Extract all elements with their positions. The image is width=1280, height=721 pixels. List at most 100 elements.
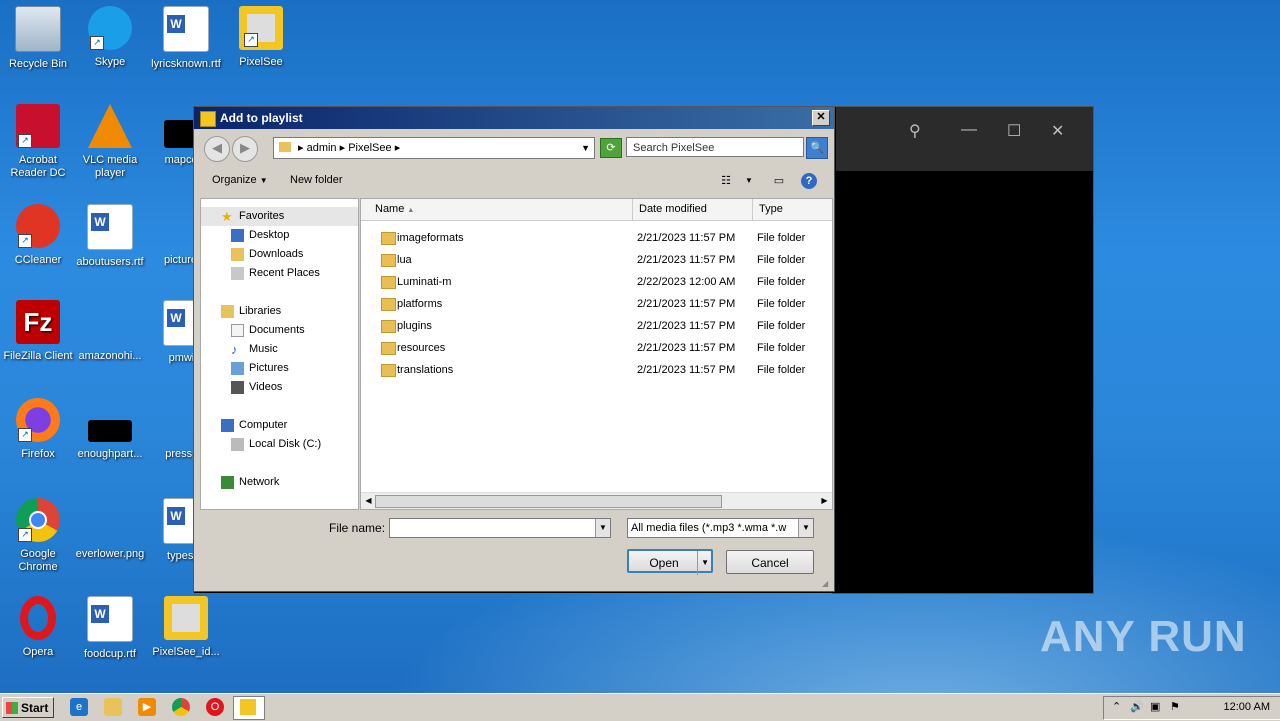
desktop-icon-firefox[interactable]: ↗ Firefox [0,398,76,461]
help-icon[interactable]: ? [801,173,817,189]
horizontal-scrollbar[interactable]: ◀ ▶ [361,492,832,509]
nav-recent-places[interactable]: Recent Places [201,264,358,283]
dialog-title: Add to playlist [220,111,303,125]
desktop-icon-chrome[interactable]: ↗ Google Chrome [0,498,76,574]
file-type-filter[interactable]: All media files (*.mp3 *.wma *.w ▼ [627,518,814,538]
forward-button[interactable]: ▶ [232,136,258,162]
nav-favorites[interactable]: ★ Favorites [201,207,358,226]
file-name-input[interactable]: ▼ [389,518,611,538]
cell-type: File folder [757,342,806,354]
volume-icon[interactable]: 🔊 [1130,700,1144,713]
table-row[interactable]: translations 2/21/2023 11:57 PM File folde… [361,359,832,381]
show-hidden-icons[interactable]: ⌃ [1112,700,1121,713]
column-type[interactable]: Type [753,199,832,220]
desktop-icon-filezilla[interactable]: Fz FileZilla Client [0,300,76,363]
nav-music[interactable]: ♪ Music [201,340,358,359]
desktop-icon-ccleaner[interactable]: ↗ CCleaner [0,204,76,267]
close-button[interactable]: ✕ [1051,121,1064,141]
nav-network[interactable]: Network [201,473,358,492]
maximize-button[interactable]: ☐ [1007,121,1021,141]
scroll-right-icon[interactable]: ▶ [818,494,831,507]
computer-icon [221,419,234,432]
nav-documents[interactable]: Documents [201,321,358,340]
desktop-icon-opera[interactable]: Opera [0,596,76,659]
cell-date: 2/21/2023 11:57 PM [637,342,736,354]
word-doc-icon: W [163,6,209,52]
desktop-icon-acrobat[interactable]: ↗ Acrobat Reader DC [0,104,76,180]
desktop-icon-vlc[interactable]: VLC media player [72,104,148,180]
pixelsee-player-window[interactable]: ⚲ — ☐ ✕ [832,106,1094,594]
nav-computer[interactable]: Computer [201,416,358,435]
cell-date: 2/22/2023 12:00 AM [637,276,736,288]
taskbar: Start e ▶ O ⌃ 🔊 ▣ ⚑ 12:00 AM [0,693,1280,721]
desktop-icon-lyricsknown[interactable]: W lyricsknown.rtf [148,6,224,71]
refresh-button[interactable]: ⟳ [600,138,622,158]
clock[interactable]: 12:00 AM [1224,701,1270,713]
opera-icon [20,596,56,640]
search-input[interactable]: Search PixelSee [626,137,804,157]
desktop-icon-skype[interactable]: ↗ Skype [72,6,148,69]
nav-desktop[interactable]: Desktop [201,226,358,245]
desktop-icon-amazonohi[interactable]: amazonohi... [72,300,148,363]
cancel-button[interactable]: Cancel [726,550,814,574]
organize-button[interactable]: Organize ▼ [212,174,268,186]
search-icon[interactable]: 🔍 [806,137,828,159]
preview-pane-icon[interactable]: ▭ [771,173,787,189]
breadcrumb-pixelsee[interactable]: PixelSee [348,142,391,154]
desktop-icon-label: VLC media player [82,154,138,179]
address-bar[interactable]: ▸ admin ▸ PixelSee ▸ ▼ [273,137,595,159]
address-dropdown-icon[interactable]: ▼ [581,138,590,158]
table-row[interactable]: platforms 2/21/2023 11:57 PM File folder [361,293,832,315]
navigation-row: ◀ ▶ ▸ admin ▸ PixelSee ▸ ▼ ⟳ Search Pixe… [200,135,830,163]
table-row[interactable]: Luminati-m 2/22/2023 12:00 AM File folder [361,271,832,293]
scroll-left-icon[interactable]: ◀ [362,494,375,507]
cell-name: Luminati-m [397,276,452,288]
opera-icon[interactable]: O [206,698,224,716]
cell-date: 2/21/2023 11:57 PM [637,254,736,266]
file-name-label: File name: [329,521,386,535]
views-dropdown-icon[interactable]: ▼ [741,173,757,189]
folder-icon [381,364,396,377]
chrome-icon[interactable] [172,698,190,716]
breadcrumb-admin[interactable]: admin [307,142,337,154]
action-center-icon[interactable]: ⚑ [1170,700,1180,713]
cell-name: plugins [397,320,432,332]
nav-videos[interactable]: Videos [201,378,358,397]
table-row[interactable]: lua 2/21/2023 11:57 PM File folder [361,249,832,271]
nav-local-disk[interactable]: Local Disk (C:) [201,435,358,454]
resize-grip[interactable]: ◢ [822,579,832,589]
anyrun-watermark: ANY RUN [1040,612,1247,661]
table-row[interactable]: imageformats 2/21/2023 11:57 PM File folde… [361,227,832,249]
column-name[interactable]: Name ▲ [361,199,633,220]
column-date-modified[interactable]: Date modified [633,199,753,220]
media-player-icon[interactable]: ▶ [138,698,156,716]
desktop-icon-recycle-bin[interactable]: Recycle Bin [0,6,76,71]
desktop-icon-everlower[interactable]: everlower.png [72,498,148,561]
taskbar-pixelsee-active[interactable] [233,696,265,720]
table-row[interactable]: plugins 2/21/2023 11:57 PM File folder [361,315,832,337]
table-row[interactable]: resources 2/21/2023 11:57 PM File folder [361,337,832,359]
desktop-icon-aboutusers[interactable]: W aboutusers.rtf [72,204,148,269]
desktop-icon-pixelsee-installer[interactable]: PixelSee_id... [148,596,224,659]
back-button[interactable]: ◀ [204,136,230,162]
desktop-icon-foodcup[interactable]: W foodcup.rtf [72,596,148,661]
nav-pictures[interactable]: Pictures [201,359,358,378]
desktop-icon-enoughpart[interactable]: enoughpart... [72,398,148,461]
desktop-icon-pixelsee[interactable]: ↗ PixelSee [223,6,299,69]
pin-icon[interactable]: ⚲ [909,121,921,141]
minimize-button[interactable]: — [961,121,977,139]
dialog-close-button[interactable]: ✕ [812,110,830,126]
filter-dropdown-icon[interactable]: ▼ [798,519,813,537]
open-dropdown-icon[interactable]: ▼ [697,551,709,575]
network-tray-icon[interactable]: ▣ [1150,700,1160,713]
ie-icon[interactable]: e [70,698,88,716]
file-name-dropdown-icon[interactable]: ▼ [595,519,610,537]
views-icon[interactable]: ☷ [718,173,734,189]
open-button[interactable]: Open ▼ [627,549,713,575]
nav-downloads[interactable]: Downloads [201,245,358,264]
start-button[interactable]: Start [2,697,54,718]
explorer-icon[interactable] [104,698,122,716]
nav-libraries[interactable]: Libraries [201,302,358,321]
new-folder-button[interactable]: New folder [290,174,343,186]
scrollbar-thumb[interactable] [375,495,722,508]
